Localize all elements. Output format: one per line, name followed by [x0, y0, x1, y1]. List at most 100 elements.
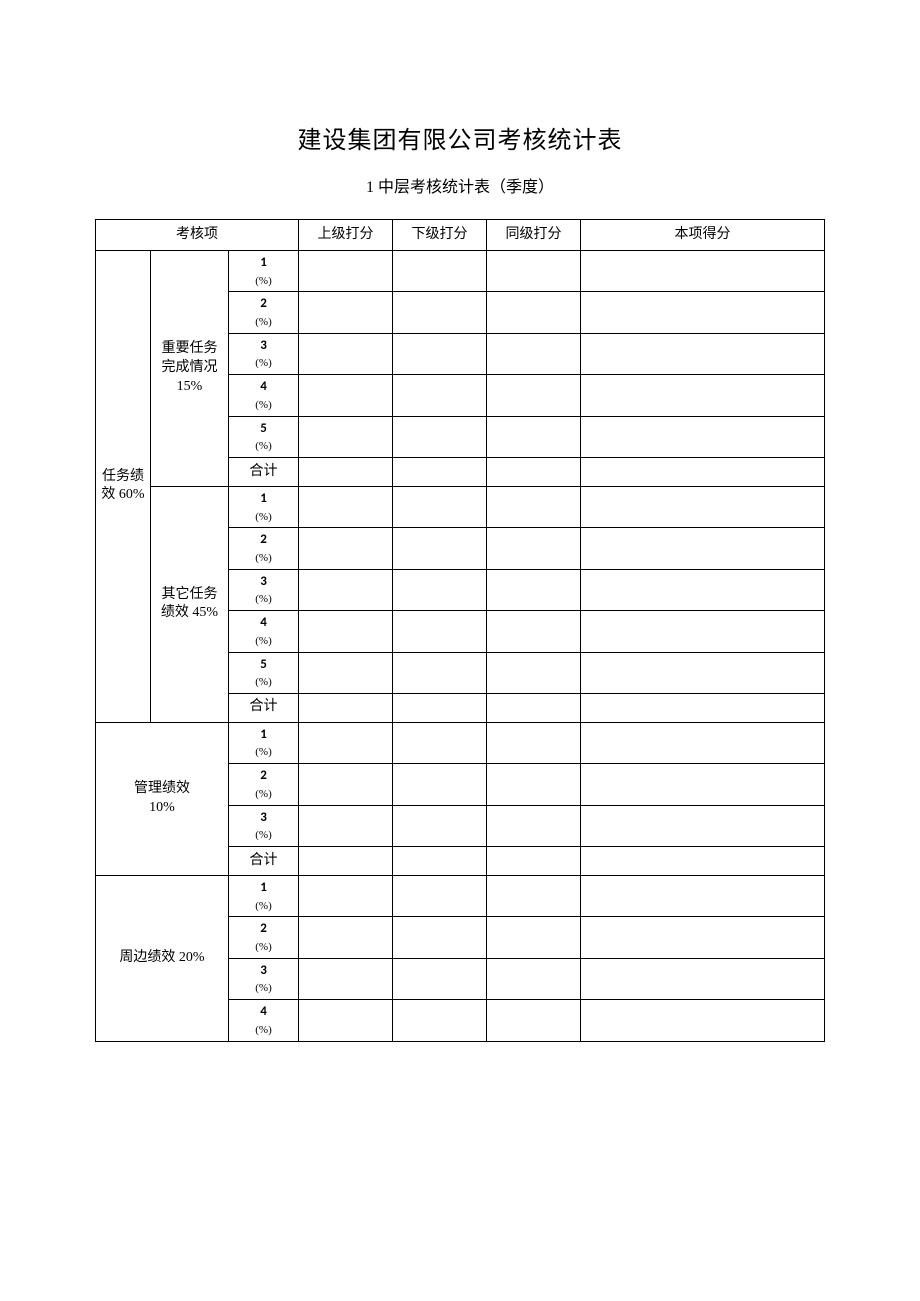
- cell-value: [581, 764, 825, 805]
- pct-label: (%): [231, 787, 296, 802]
- num-label: 4: [231, 614, 296, 632]
- cell-value: [393, 693, 487, 722]
- num-label: 2: [231, 920, 296, 938]
- cell-value: [581, 375, 825, 416]
- cell-value: [581, 958, 825, 999]
- cell-item: 1(%): [229, 722, 299, 763]
- cell-value: [393, 611, 487, 652]
- cell-value: [581, 876, 825, 917]
- cell-item: 1(%): [229, 876, 299, 917]
- num-label: 3: [231, 573, 296, 591]
- cell-item: 4 (%): [229, 1000, 299, 1041]
- cell-value: [487, 652, 581, 693]
- cell-item: 2 (%): [229, 917, 299, 958]
- cell-value: [581, 292, 825, 333]
- cell-value: [299, 457, 393, 486]
- cell-value: [299, 958, 393, 999]
- cell-item: 1 (%): [229, 251, 299, 292]
- cell-value: [487, 292, 581, 333]
- cell-value: [487, 917, 581, 958]
- cell-value: [299, 333, 393, 374]
- cell-task-perf: 任务绩 效 60%: [96, 251, 151, 723]
- cell-value: [487, 375, 581, 416]
- cell-value: [393, 375, 487, 416]
- cell-value: [487, 722, 581, 763]
- pct-label: (%): [231, 675, 296, 690]
- page: 建设集团有限公司考核统计表 1 中层考核统计表（季度） 考核项 上级打分 下级打…: [0, 0, 920, 1082]
- cell-value: [581, 805, 825, 846]
- header-superior: 上级打分: [299, 220, 393, 251]
- cell-value: [581, 457, 825, 486]
- cell-value: [299, 764, 393, 805]
- cell-value: [581, 917, 825, 958]
- pct-label: (%): [231, 899, 296, 914]
- cell-value: [487, 805, 581, 846]
- num-label: 3: [231, 809, 296, 827]
- cell-subtotal: 合计: [229, 847, 299, 876]
- cell-value: [393, 958, 487, 999]
- cell-value: [487, 611, 581, 652]
- pct-label: (%): [231, 828, 296, 843]
- num-label: 4: [231, 378, 296, 396]
- cell-value: [393, 805, 487, 846]
- cell-value: [581, 486, 825, 527]
- num-label: 1: [231, 254, 296, 272]
- num-label: 5: [231, 656, 296, 674]
- cell-peripheral-perf: 周边绩效 20%: [96, 876, 229, 1042]
- cell-value: [487, 457, 581, 486]
- cell-item: 4 (%): [229, 375, 299, 416]
- cell-value: [581, 693, 825, 722]
- cell-value: [393, 917, 487, 958]
- cell-value: [299, 416, 393, 457]
- cell-value: [299, 569, 393, 610]
- cell-item: 5(%): [229, 652, 299, 693]
- cell-item: 3(%): [229, 569, 299, 610]
- pct-label: (%): [231, 315, 296, 330]
- cell-value: [393, 251, 487, 292]
- header-peer: 同级打分: [487, 220, 581, 251]
- cell-value: [393, 333, 487, 374]
- cell-value: [393, 416, 487, 457]
- pct-label: (%): [231, 634, 296, 649]
- cell-subtotal: 合计: [229, 693, 299, 722]
- pct-label: (%): [231, 356, 296, 371]
- page-title: 建设集团有限公司考核统计表: [95, 120, 825, 155]
- pct-label: (%): [231, 510, 296, 525]
- num-label: 2: [231, 531, 296, 549]
- cell-value: [393, 569, 487, 610]
- num-label: 2: [231, 767, 296, 785]
- pct-label: (%): [231, 398, 296, 413]
- pct-label: (%): [231, 551, 296, 566]
- cell-value: [487, 333, 581, 374]
- pct-label: (%): [231, 981, 296, 996]
- pct-label: (%): [231, 940, 296, 955]
- cell-item: 3(%): [229, 958, 299, 999]
- cell-value: [299, 652, 393, 693]
- table-row: 管理绩效 10% 1(%): [96, 722, 825, 763]
- cell-value: [487, 528, 581, 569]
- header-subordinate: 下级打分: [393, 220, 487, 251]
- cell-value: [393, 528, 487, 569]
- pct-label: (%): [231, 274, 296, 289]
- cell-value: [299, 486, 393, 527]
- cell-value: [299, 292, 393, 333]
- cell-value: [581, 416, 825, 457]
- header-score: 本项得分: [581, 220, 825, 251]
- cell-item: 1(%): [229, 486, 299, 527]
- cell-mgmt-perf: 管理绩效 10%: [96, 722, 229, 875]
- cell-value: [487, 569, 581, 610]
- cell-value: [581, 722, 825, 763]
- pct-label: (%): [231, 439, 296, 454]
- cell-value: [581, 652, 825, 693]
- cell-value: [393, 1000, 487, 1041]
- num-label: 5: [231, 420, 296, 438]
- pct-label: (%): [231, 1023, 296, 1038]
- table-row: 周边绩效 20% 1(%): [96, 876, 825, 917]
- num-label: 4: [231, 1003, 296, 1021]
- cell-value: [393, 764, 487, 805]
- cell-value: [581, 847, 825, 876]
- cell-value: [487, 764, 581, 805]
- cell-value: [299, 917, 393, 958]
- header-item: 考核项: [96, 220, 299, 251]
- pct-label: (%): [231, 745, 296, 760]
